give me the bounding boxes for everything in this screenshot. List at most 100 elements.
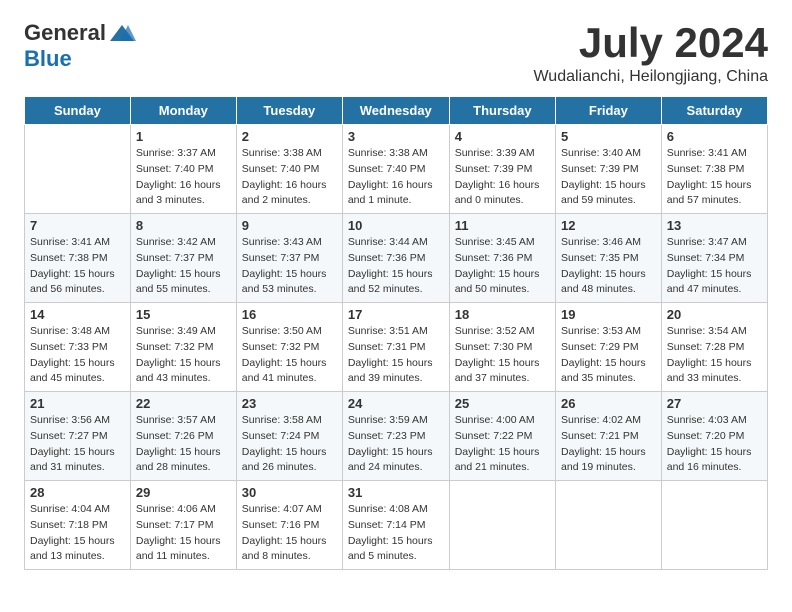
calendar-cell: 31 Sunrise: 4:08 AMSunset: 7:14 PMDayligh… xyxy=(342,481,449,570)
day-info: Sunrise: 3:38 AMSunset: 7:40 PMDaylight:… xyxy=(242,146,337,209)
day-info: Sunrise: 3:44 AMSunset: 7:36 PMDaylight:… xyxy=(348,235,444,298)
day-number: 23 xyxy=(242,396,337,411)
day-number: 18 xyxy=(455,307,550,322)
logo-icon xyxy=(108,23,136,43)
day-info: Sunrise: 3:37 AMSunset: 7:40 PMDaylight:… xyxy=(136,146,231,209)
day-info: Sunrise: 3:51 AMSunset: 7:31 PMDaylight:… xyxy=(348,324,444,387)
calendar-cell: 12 Sunrise: 3:46 AMSunset: 7:35 PMDayligh… xyxy=(556,214,662,303)
calendar-cell: 24Sunrise: 3:59 AMSunset: 7:23 PMDayligh… xyxy=(342,392,449,481)
calendar-cell: 3 Sunrise: 3:38 AMSunset: 7:40 PMDaylight… xyxy=(342,125,449,214)
calendar-cell: 18 Sunrise: 3:52 AMSunset: 7:30 PMDayligh… xyxy=(449,303,555,392)
calendar-cell: 21 Sunrise: 3:56 AMSunset: 7:27 PMDayligh… xyxy=(25,392,131,481)
day-info: Sunrise: 3:41 AMSunset: 7:38 PMDaylight:… xyxy=(667,146,762,209)
day-info: Sunrise: 3:58 AMSunset: 7:24 PMDaylight:… xyxy=(242,413,337,476)
header: General Blue July 2024 Wudalianchi, Heil… xyxy=(24,20,768,86)
day-info: Sunrise: 4:03 AMSunset: 7:20 PMDaylight:… xyxy=(667,413,762,476)
calendar-cell: 6 Sunrise: 3:41 AMSunset: 7:38 PMDaylight… xyxy=(661,125,767,214)
calendar-cell: 13 Sunrise: 3:47 AMSunset: 7:34 PMDayligh… xyxy=(661,214,767,303)
calendar-cell xyxy=(25,125,131,214)
day-info: Sunrise: 3:38 AMSunset: 7:40 PMDaylight:… xyxy=(348,146,444,209)
calendar-cell: 29 Sunrise: 4:06 AMSunset: 7:17 PMDayligh… xyxy=(130,481,236,570)
day-number: 8 xyxy=(136,218,231,233)
day-number: 15 xyxy=(136,307,231,322)
calendar-cell: 20 Sunrise: 3:54 AMSunset: 7:28 PMDayligh… xyxy=(661,303,767,392)
day-number: 25 xyxy=(455,396,550,411)
day-info: Sunrise: 3:50 AMSunset: 7:32 PMDaylight:… xyxy=(242,324,337,387)
calendar-header-tuesday: Tuesday xyxy=(236,97,342,125)
day-number: 29 xyxy=(136,485,231,500)
day-number: 31 xyxy=(348,485,444,500)
day-info: Sunrise: 4:04 AMSunset: 7:18 PMDaylight:… xyxy=(30,502,125,565)
day-number: 9 xyxy=(242,218,337,233)
title-block: July 2024 Wudalianchi, Heilongjiang, Chi… xyxy=(533,20,768,86)
month-title: July 2024 xyxy=(533,20,768,66)
calendar-cell: 5 Sunrise: 3:40 AMSunset: 7:39 PMDaylight… xyxy=(556,125,662,214)
calendar-cell: 27 Sunrise: 4:03 AMSunset: 7:20 PMDayligh… xyxy=(661,392,767,481)
calendar-cell: 14 Sunrise: 3:48 AMSunset: 7:33 PMDayligh… xyxy=(25,303,131,392)
day-number: 3 xyxy=(348,129,444,144)
day-info: Sunrise: 3:41 AMSunset: 7:38 PMDaylight:… xyxy=(30,235,125,298)
day-number: 22 xyxy=(136,396,231,411)
day-info: Sunrise: 3:42 AMSunset: 7:37 PMDaylight:… xyxy=(136,235,231,298)
day-info: Sunrise: 3:39 AMSunset: 7:39 PMDaylight:… xyxy=(455,146,550,209)
day-info: Sunrise: 3:45 AMSunset: 7:36 PMDaylight:… xyxy=(455,235,550,298)
day-number: 27 xyxy=(667,396,762,411)
calendar-header-row: SundayMondayTuesdayWednesdayThursdayFrid… xyxy=(25,97,768,125)
day-number: 1 xyxy=(136,129,231,144)
day-info: Sunrise: 3:57 AMSunset: 7:26 PMDaylight:… xyxy=(136,413,231,476)
calendar-header-thursday: Thursday xyxy=(449,97,555,125)
calendar-cell: 4Sunrise: 3:39 AMSunset: 7:39 PMDaylight… xyxy=(449,125,555,214)
calendar-table: SundayMondayTuesdayWednesdayThursdayFrid… xyxy=(24,96,768,570)
day-info: Sunrise: 3:43 AMSunset: 7:37 PMDaylight:… xyxy=(242,235,337,298)
calendar-cell: 11Sunrise: 3:45 AMSunset: 7:36 PMDayligh… xyxy=(449,214,555,303)
day-info: Sunrise: 4:06 AMSunset: 7:17 PMDaylight:… xyxy=(136,502,231,565)
calendar-cell: 17 Sunrise: 3:51 AMSunset: 7:31 PMDayligh… xyxy=(342,303,449,392)
day-number: 7 xyxy=(30,218,125,233)
calendar-cell: 16Sunrise: 3:50 AMSunset: 7:32 PMDayligh… xyxy=(236,303,342,392)
calendar-header-sunday: Sunday xyxy=(25,97,131,125)
day-number: 12 xyxy=(561,218,656,233)
day-info: Sunrise: 3:46 AMSunset: 7:35 PMDaylight:… xyxy=(561,235,656,298)
day-info: Sunrise: 3:52 AMSunset: 7:30 PMDaylight:… xyxy=(455,324,550,387)
calendar-header-saturday: Saturday xyxy=(661,97,767,125)
day-info: Sunrise: 3:49 AMSunset: 7:32 PMDaylight:… xyxy=(136,324,231,387)
day-number: 6 xyxy=(667,129,762,144)
day-info: Sunrise: 4:08 AMSunset: 7:14 PMDaylight:… xyxy=(348,502,444,565)
calendar-cell: 9 Sunrise: 3:43 AMSunset: 7:37 PMDaylight… xyxy=(236,214,342,303)
calendar-cell: 19Sunrise: 3:53 AMSunset: 7:29 PMDayligh… xyxy=(556,303,662,392)
day-number: 5 xyxy=(561,129,656,144)
calendar-cell xyxy=(449,481,555,570)
calendar-cell: 26Sunrise: 4:02 AMSunset: 7:21 PMDayligh… xyxy=(556,392,662,481)
day-info: Sunrise: 3:53 AMSunset: 7:29 PMDaylight:… xyxy=(561,324,656,387)
day-info: Sunrise: 3:47 AMSunset: 7:34 PMDaylight:… xyxy=(667,235,762,298)
calendar-header-wednesday: Wednesday xyxy=(342,97,449,125)
day-info: Sunrise: 3:56 AMSunset: 7:27 PMDaylight:… xyxy=(30,413,125,476)
page: General Blue July 2024 Wudalianchi, Heil… xyxy=(0,0,792,590)
calendar-week-4: 21 Sunrise: 3:56 AMSunset: 7:27 PMDayligh… xyxy=(25,392,768,481)
day-info: Sunrise: 3:54 AMSunset: 7:28 PMDaylight:… xyxy=(667,324,762,387)
logo: General Blue xyxy=(24,20,136,72)
day-info: Sunrise: 3:59 AMSunset: 7:23 PMDaylight:… xyxy=(348,413,444,476)
calendar-cell: 25Sunrise: 4:00 AMSunset: 7:22 PMDayligh… xyxy=(449,392,555,481)
day-info: Sunrise: 3:40 AMSunset: 7:39 PMDaylight:… xyxy=(561,146,656,209)
day-number: 28 xyxy=(30,485,125,500)
day-number: 14 xyxy=(30,307,125,322)
day-number: 20 xyxy=(667,307,762,322)
day-number: 13 xyxy=(667,218,762,233)
logo-general-text: General xyxy=(24,20,106,46)
calendar-cell: 23 Sunrise: 3:58 AMSunset: 7:24 PMDayligh… xyxy=(236,392,342,481)
day-number: 21 xyxy=(30,396,125,411)
calendar-cell xyxy=(556,481,662,570)
calendar-week-3: 14 Sunrise: 3:48 AMSunset: 7:33 PMDayligh… xyxy=(25,303,768,392)
calendar-cell: 15 Sunrise: 3:49 AMSunset: 7:32 PMDayligh… xyxy=(130,303,236,392)
day-number: 17 xyxy=(348,307,444,322)
calendar-cell: 8 Sunrise: 3:42 AMSunset: 7:37 PMDaylight… xyxy=(130,214,236,303)
location: Wudalianchi, Heilongjiang, China xyxy=(533,68,768,86)
day-info: Sunrise: 3:48 AMSunset: 7:33 PMDaylight:… xyxy=(30,324,125,387)
day-number: 10 xyxy=(348,218,444,233)
day-number: 30 xyxy=(242,485,337,500)
calendar-cell: 7 Sunrise: 3:41 AMSunset: 7:38 PMDaylight… xyxy=(25,214,131,303)
calendar-cell: 22 Sunrise: 3:57 AMSunset: 7:26 PMDayligh… xyxy=(130,392,236,481)
day-number: 26 xyxy=(561,396,656,411)
calendar-week-1: 1 Sunrise: 3:37 AMSunset: 7:40 PMDaylight… xyxy=(25,125,768,214)
